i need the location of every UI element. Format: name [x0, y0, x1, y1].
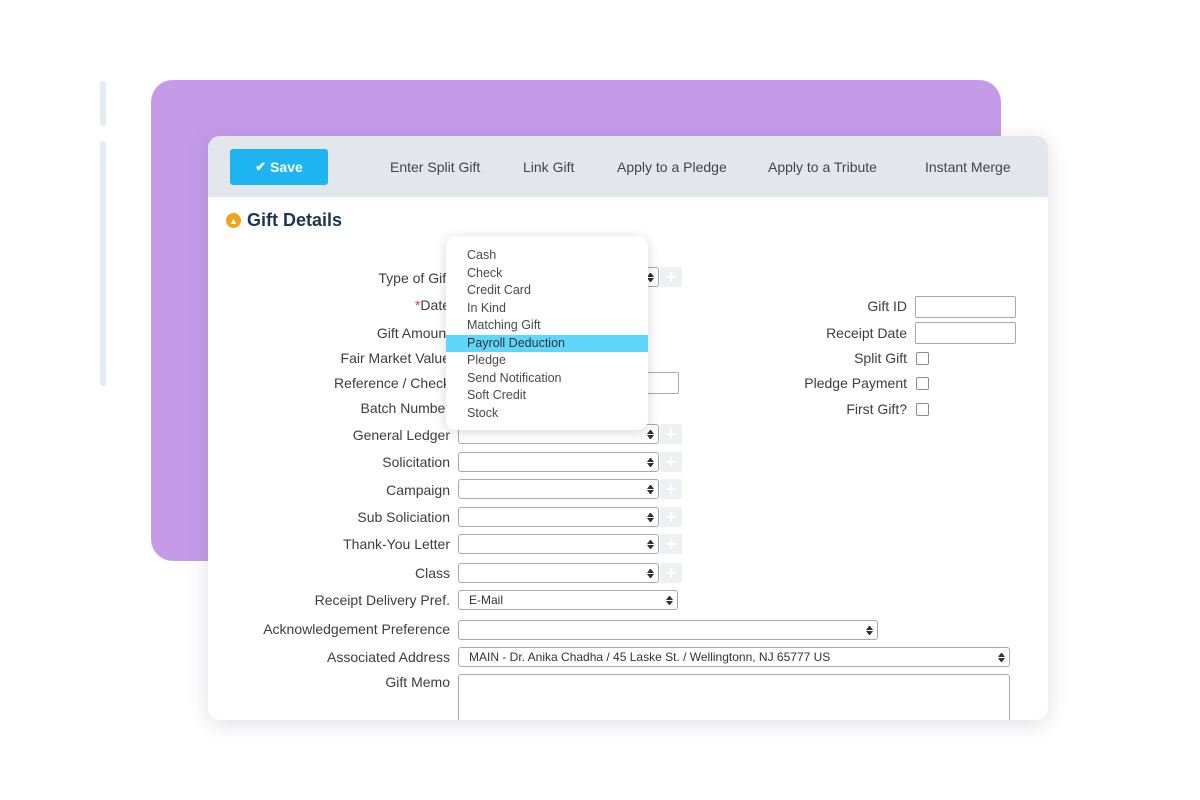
gift-amount-label: Gift Amount — [376, 325, 450, 341]
add-type-of-gift-icon[interactable]: + — [660, 267, 682, 287]
dropdown-option-pledge[interactable]: Pledge — [446, 352, 648, 370]
decorative-bar-bottom — [100, 141, 106, 386]
campaign-label: Campaign — [386, 482, 450, 498]
save-label: Save — [270, 159, 303, 175]
associated-address-label: Associated Address — [327, 649, 450, 665]
gift-id-label: Gift ID — [867, 298, 907, 314]
pledge-payment-label: Pledge Payment — [804, 375, 907, 391]
select-arrows-icon — [647, 511, 654, 523]
chevron-up-icon[interactable]: ▲ — [226, 213, 241, 228]
pledge-payment-checkbox[interactable] — [916, 377, 929, 390]
associated-address-value: MAIN - Dr. Anika Chadha / 45 Laske St. /… — [469, 650, 831, 664]
select-arrows-icon — [647, 428, 654, 440]
receipt-delivery-pref-label: Receipt Delivery Pref. — [314, 592, 450, 608]
receipt-delivery-pref-select[interactable]: E-Mail — [458, 590, 678, 610]
class-label: Class — [414, 565, 450, 581]
receipt-date-label: Receipt Date — [826, 325, 907, 341]
gift-id-input[interactable] — [915, 296, 1016, 318]
dropdown-option-soft-credit[interactable]: Soft Credit — [446, 387, 648, 405]
dropdown-option-in-kind[interactable]: In Kind — [446, 300, 648, 318]
type-of-gift-label: Type of Gift — [378, 270, 450, 286]
receipt-date-input[interactable] — [915, 322, 1016, 344]
gift-details-section-header[interactable]: ▲ Gift Details — [226, 210, 342, 231]
dropdown-option-credit-card[interactable]: Credit Card — [446, 282, 648, 300]
select-arrows-icon — [647, 483, 654, 495]
select-arrows-icon — [647, 567, 654, 579]
solicitation-select[interactable] — [458, 452, 659, 472]
general-ledger-label: General Ledger — [352, 427, 450, 443]
enter-split-gift-link[interactable]: Enter Split Gift — [390, 159, 480, 175]
select-arrows-icon — [647, 271, 654, 283]
decorative-bar-top — [100, 81, 106, 126]
fair-market-value-label: Fair Market Value — [340, 350, 450, 366]
add-solicitation-icon[interactable]: + — [660, 452, 682, 472]
type-of-gift-dropdown: Cash Check Credit Card In Kind Matching … — [446, 236, 648, 430]
checkmark-icon: ✔ — [255, 159, 267, 174]
batch-number-label: Batch Number — [360, 400, 450, 416]
thank-you-letter-select[interactable] — [458, 534, 659, 554]
add-sub-soliciation-icon[interactable]: + — [660, 507, 682, 527]
gift-memo-label: Gift Memo — [385, 674, 450, 690]
select-arrows-icon — [666, 594, 673, 606]
split-gift-checkbox[interactable] — [916, 352, 929, 365]
add-thank-you-letter-icon[interactable]: + — [660, 534, 682, 554]
select-arrows-icon — [866, 624, 873, 636]
class-select[interactable] — [458, 563, 659, 583]
add-general-ledger-icon[interactable]: + — [660, 424, 682, 444]
dropdown-option-payroll-deduction[interactable]: Payroll Deduction — [446, 334, 648, 352]
add-class-icon[interactable]: + — [660, 563, 682, 583]
dropdown-option-send-notification[interactable]: Send Notification — [446, 370, 648, 388]
acknowledgement-preference-label: Acknowledgement Preference — [263, 621, 450, 637]
instant-merge-link[interactable]: Instant Merge — [925, 159, 1011, 175]
select-arrows-icon — [647, 456, 654, 468]
select-arrows-icon — [647, 538, 654, 550]
section-title: Gift Details — [247, 210, 343, 230]
receipt-delivery-value: E-Mail — [469, 593, 504, 607]
apply-to-pledge-link[interactable]: Apply to a Pledge — [617, 159, 727, 175]
gift-form-window: ✔ Save Enter Split Gift Link Gift Apply … — [208, 136, 1048, 720]
solicitation-label: Solicitation — [382, 454, 450, 470]
select-arrows-icon — [998, 651, 1005, 663]
dropdown-option-matching-gift[interactable]: Matching Gift — [446, 317, 648, 335]
sub-soliciation-select[interactable] — [458, 507, 659, 527]
split-gift-label: Split Gift — [854, 350, 907, 366]
link-gift-link[interactable]: Link Gift — [523, 159, 574, 175]
apply-to-tribute-link[interactable]: Apply to a Tribute — [768, 159, 877, 175]
associated-address-select[interactable]: MAIN - Dr. Anika Chadha / 45 Laske St. /… — [458, 647, 1010, 667]
save-button[interactable]: ✔ Save — [230, 149, 328, 185]
dropdown-option-check[interactable]: Check — [446, 265, 648, 283]
dropdown-option-cash[interactable]: Cash — [446, 247, 648, 265]
date-label: *Date — [415, 297, 450, 313]
sub-soliciation-label: Sub Soliciation — [357, 509, 450, 525]
first-gift-label: First Gift? — [846, 401, 907, 417]
gift-memo-textarea[interactable] — [458, 674, 1010, 720]
toolbar: ✔ Save Enter Split Gift Link Gift Apply … — [208, 136, 1048, 197]
add-campaign-icon[interactable]: + — [660, 479, 682, 499]
acknowledgement-preference-select[interactable] — [458, 620, 878, 640]
first-gift-checkbox[interactable] — [916, 403, 929, 416]
reference-check-label: Reference / Check — [334, 375, 450, 391]
dropdown-option-stock[interactable]: Stock — [446, 405, 648, 423]
campaign-select[interactable] — [458, 479, 659, 499]
thank-you-letter-label: Thank-You Letter — [343, 536, 450, 552]
